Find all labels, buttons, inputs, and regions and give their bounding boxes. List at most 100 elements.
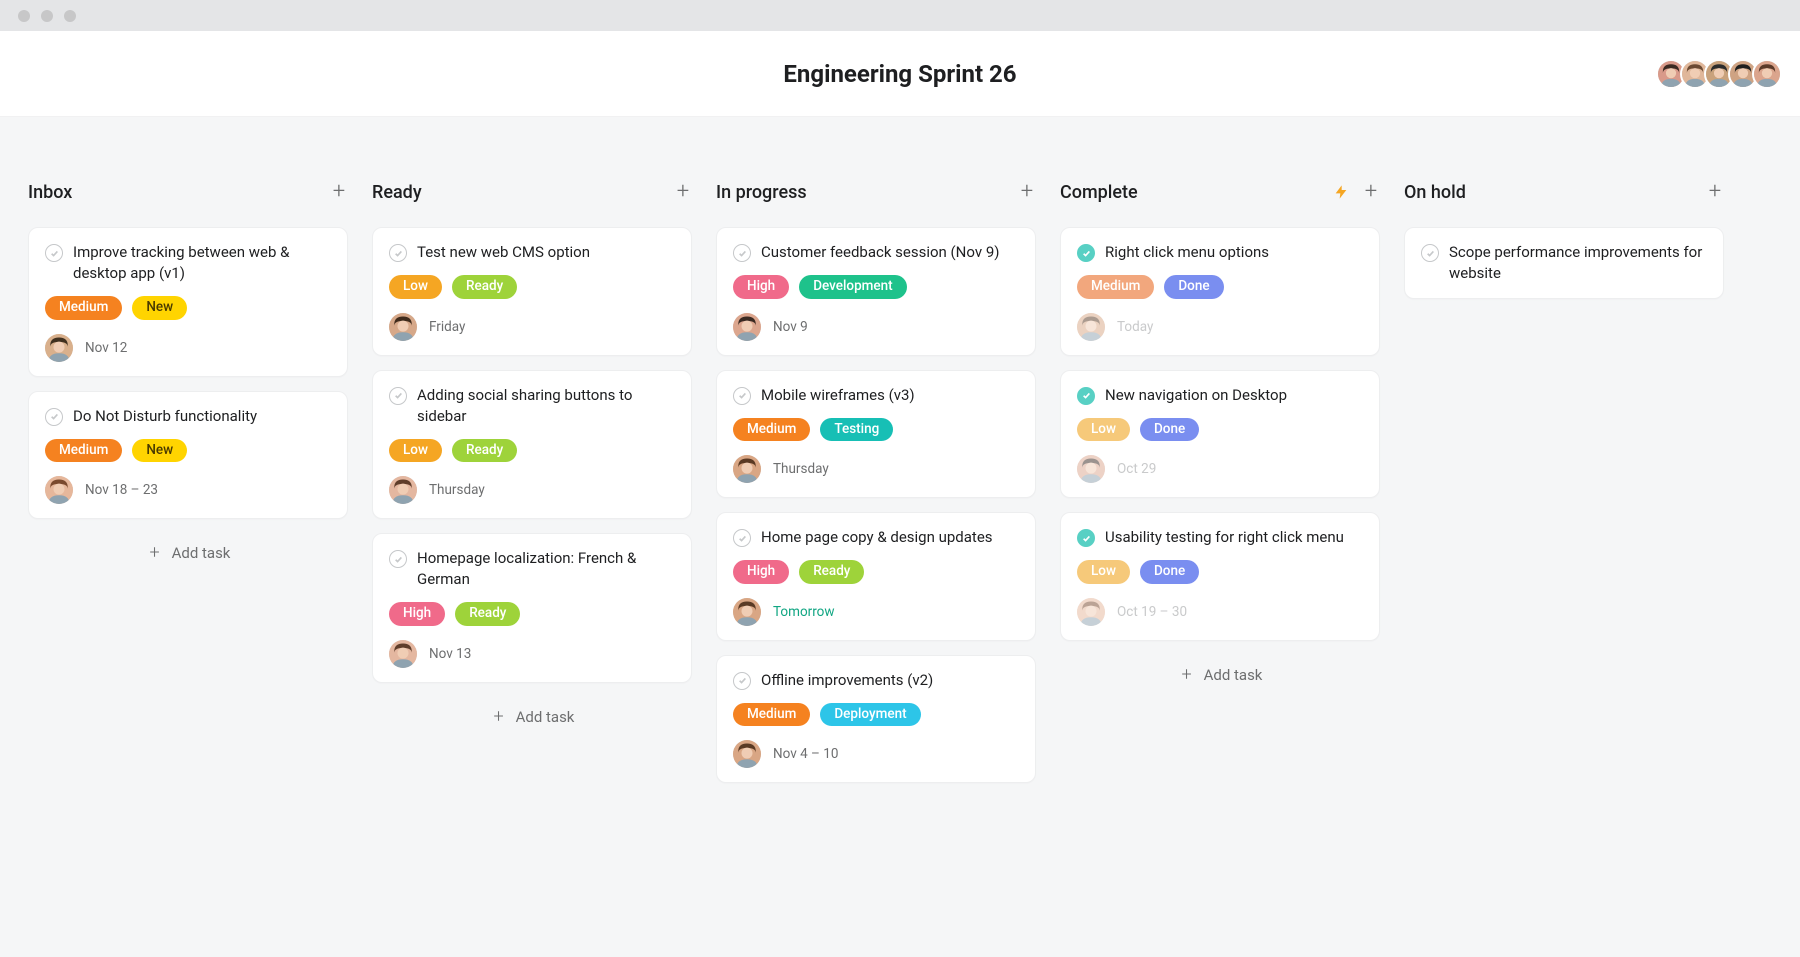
assignee-avatar[interactable] [45,334,73,362]
task-title: Customer feedback session (Nov 9) [761,242,999,263]
complete-check-icon[interactable] [1421,244,1439,262]
add-task-label: Add task [1204,666,1263,684]
task-card[interactable]: Usability testing for right click menuLo… [1060,512,1380,641]
assignee-avatar[interactable] [1077,313,1105,341]
tag: Development [799,275,907,299]
assignee-avatar[interactable] [389,313,417,341]
tag: Low [1077,418,1130,442]
task-card[interactable]: Mobile wireframes (v3)MediumTestingThurs… [716,370,1036,499]
team-avatars[interactable] [1662,59,1782,89]
add-task-label: Add task [172,544,231,562]
tag-row: MediumDeployment [733,703,1019,727]
task-card[interactable]: Home page copy & design updatesHighReady… [716,512,1036,641]
complete-check-icon[interactable] [733,672,751,690]
tag: High [733,275,789,299]
complete-check-icon[interactable] [389,550,407,568]
task-card[interactable]: New navigation on DesktopLowDoneOct 29 [1060,370,1380,499]
meta-row: Today [1077,313,1363,341]
complete-check-icon[interactable] [733,387,751,405]
team-avatar[interactable] [1752,59,1782,89]
tag-row: HighReady [733,560,1019,584]
task-card[interactable]: Adding social sharing buttons to sidebar… [372,370,692,520]
add-card-icon[interactable]: + [330,183,348,201]
plus-icon: + [1178,666,1196,684]
assignee-avatar[interactable] [733,313,761,341]
tag-row: High Development [733,275,1019,299]
complete-check-icon[interactable] [1077,529,1095,547]
task-card[interactable]: Offline improvements (v2) MediumDeploymen… [716,655,1036,784]
task-card[interactable]: Right click menu optionsMediumDoneToday [1060,227,1380,356]
tag-row: MediumTesting [733,418,1019,442]
tag: Ready [799,560,864,584]
task-title: Adding social sharing buttons to sidebar [417,385,675,427]
automation-bolt-icon[interactable] [1332,183,1350,201]
complete-check-icon[interactable] [389,244,407,262]
add-card-icon[interactable]: + [674,183,692,201]
tag: Medium [733,418,810,442]
task-title: New navigation on Desktop [1105,385,1287,406]
tag: Low [1077,560,1130,584]
assignee-avatar[interactable] [389,476,417,504]
due-date: Nov 4 – 10 [773,746,838,762]
tag-row: MediumNew [45,439,331,463]
add-task-label: Add task [516,708,575,726]
add-task-button[interactable]: + Add task [1060,657,1380,693]
meta-row: Thursday [733,455,1019,483]
column-title: Complete [1060,182,1332,203]
task-card[interactable]: Test new web CMS optionLowReadyFriday [372,227,692,356]
task-card[interactable]: Customer feedback session (Nov 9) High Dev… [716,227,1036,356]
task-title: Improve tracking between web & desktop a… [73,242,331,284]
due-date: Oct 29 [1117,461,1156,477]
tag-row: LowReady [389,275,675,299]
due-date: Nov 9 [773,319,808,335]
task-card[interactable]: Improve tracking between web & desktop a… [28,227,348,377]
complete-check-icon[interactable] [389,387,407,405]
column-inbox: Inbox+ Improve tracking between web & des… [28,179,348,957]
complete-check-icon[interactable] [1077,387,1095,405]
complete-check-icon[interactable] [733,244,751,262]
add-task-button[interactable]: +Add task [28,535,348,571]
add-task-button[interactable]: +Add task [372,699,692,735]
due-date: Thursday [429,482,485,498]
tag: New [132,296,187,320]
task-card[interactable]: Homepage localization: French & German Hi… [372,533,692,683]
complete-check-icon[interactable] [1077,244,1095,262]
traffic-light-min[interactable] [41,10,53,22]
task-title: Test new web CMS option [417,242,590,263]
column-title: On hold [1404,182,1706,203]
due-date: Thursday [773,461,829,477]
add-card-icon[interactable]: + [1018,183,1036,201]
complete-check-icon[interactable] [733,529,751,547]
tag-row: Low Done [1077,560,1363,584]
task-card[interactable]: Do Not Disturb functionalityMediumNewNov… [28,391,348,520]
task-title: Offline improvements (v2) [761,670,933,691]
assignee-avatar[interactable] [733,455,761,483]
column-header: Inbox+ [28,179,348,205]
assignee-avatar[interactable] [733,598,761,626]
meta-row: Nov 18 – 23 [45,476,331,504]
assignee-avatar[interactable] [733,740,761,768]
meta-row: Nov 9 [733,313,1019,341]
add-card-icon[interactable]: + [1362,183,1380,201]
tag: Done [1140,560,1199,584]
tag-row: HighReady [389,602,675,626]
tag: Medium [45,296,122,320]
assignee-avatar[interactable] [45,476,73,504]
task-title: Homepage localization: French & German [417,548,675,590]
assignee-avatar[interactable] [389,640,417,668]
assignee-avatar[interactable] [1077,598,1105,626]
meta-row: Oct 19 – 30 [1077,598,1363,626]
traffic-light-max[interactable] [64,10,76,22]
assignee-avatar[interactable] [1077,455,1105,483]
complete-check-icon[interactable] [45,244,63,262]
tag-row: MediumDone [1077,275,1363,299]
traffic-light-close[interactable] [18,10,30,22]
card-list: Improve tracking between web & desktop a… [28,227,348,519]
tag: Low [389,275,442,299]
meta-row: Tomorrow [733,598,1019,626]
complete-check-icon[interactable] [45,408,63,426]
task-card[interactable]: Scope performance improvements for websi… [1404,227,1724,299]
add-card-icon[interactable]: + [1706,183,1724,201]
due-date: Nov 12 [85,340,127,356]
meta-row: Nov 12 [45,334,331,362]
